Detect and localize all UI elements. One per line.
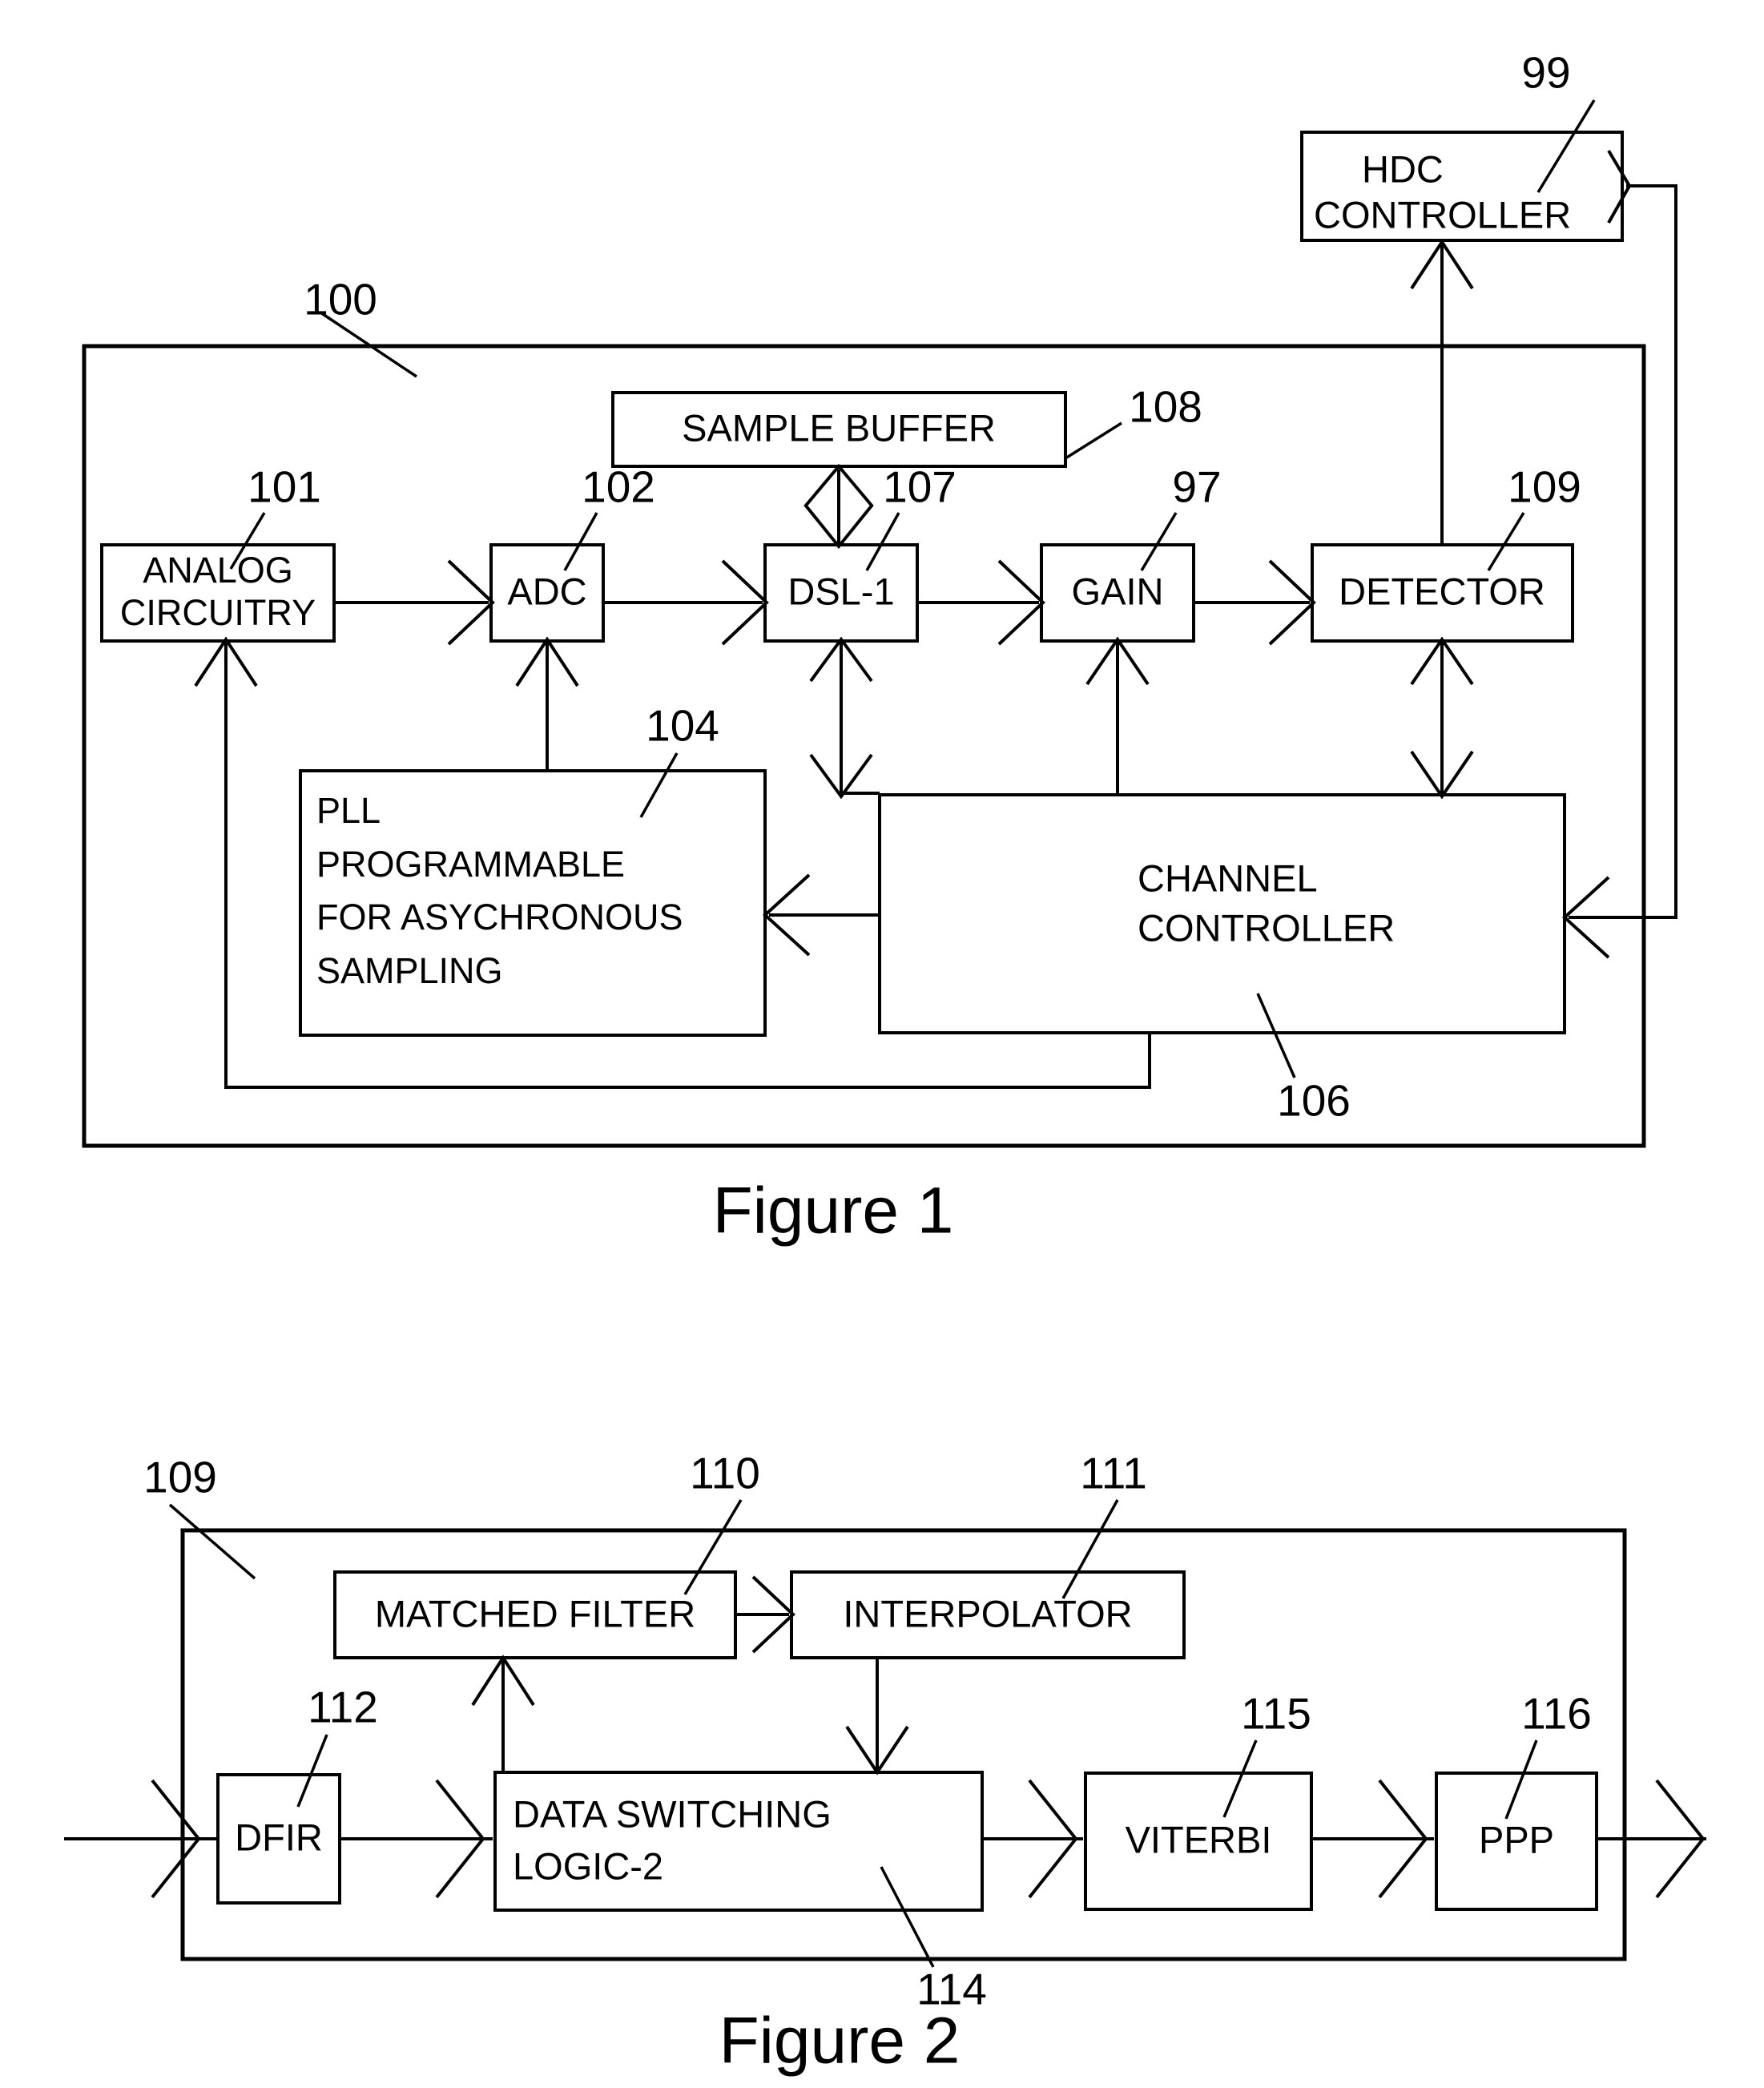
block-detector-label: DETECTOR: [1339, 570, 1545, 612]
block-data-switching-logic-2-label-line2: LOGIC-2: [513, 1844, 663, 1887]
block-pll-label-line4: SAMPLING: [316, 950, 503, 991]
ref-number-111: 111: [1080, 1449, 1147, 1498]
ref-number-100: 100: [304, 275, 377, 324]
block-matched-filter-label: MATCHED FILTER: [375, 1592, 695, 1635]
ref-number-102: 102: [582, 462, 655, 512]
ref-number-116: 116: [1521, 1689, 1592, 1739]
block-analog-circuitry-label-line1: ANALOG: [143, 550, 293, 591]
ref-number-108: 108: [1129, 382, 1202, 432]
figure-1-caption: Figure 1: [713, 1175, 954, 1248]
ref-number-106: 106: [1277, 1076, 1351, 1126]
patent-drawing-sheet: HDC CONTROLLER 99 100 SAMPLE BUFFER 108 …: [0, 0, 1764, 2088]
ref-number-112: 112: [308, 1683, 378, 1732]
ref-number-109-fig1: 109: [1508, 462, 1581, 512]
block-hdc-controller-label-line2: CONTROLLER: [1314, 193, 1571, 236]
block-analog-circuitry-label-line2: CIRCUITRY: [120, 592, 316, 633]
block-ppp-label: PPP: [1479, 1818, 1554, 1860]
figure-2-caption: Figure 2: [719, 2005, 961, 2078]
ref-number-110: 110: [690, 1449, 760, 1498]
block-dfir-label: DFIR: [235, 1816, 323, 1858]
ref-number-107: 107: [883, 462, 957, 512]
wire-hdc-to-channel-controller: [1569, 184, 1677, 919]
block-pll-label-line1: PLL: [316, 790, 381, 831]
diagram-canvas: HDC CONTROLLER 99 100 SAMPLE BUFFER 108 …: [64, 48, 1706, 2078]
ref-number-104: 104: [646, 701, 719, 751]
ref-number-109-fig2: 109: [143, 1453, 217, 1502]
block-sample-buffer-label: SAMPLE BUFFER: [682, 406, 996, 449]
block-gain-label: GAIN: [1072, 570, 1164, 612]
block-data-switching-logic-2-label-line1: DATA SWITCHING: [513, 1792, 832, 1835]
block-interpolator-label: INTERPOLATOR: [843, 1592, 1132, 1635]
ref-number-115: 115: [1241, 1689, 1311, 1739]
ref-number-99: 99: [1521, 48, 1570, 98]
leader-108: [1065, 421, 1122, 460]
figure-2-group: 109 MATCHED FILTER 110 INTERPOLATOR 111 …: [64, 1449, 1706, 2078]
block-hdc-controller-label-line1: HDC: [1362, 147, 1444, 190]
figure-1-group: HDC CONTROLLER 99 100 SAMPLE BUFFER 108 …: [82, 48, 1677, 1248]
block-channel-controller-label-line1: CHANNEL: [1138, 857, 1318, 899]
block-pll-label-line3: FOR ASYCHRONOUS: [316, 897, 683, 937]
block-viterbi-label: VITERBI: [1126, 1818, 1272, 1860]
block-adc-label: ADC: [507, 570, 586, 612]
block-channel-controller-label-line2: CONTROLLER: [1138, 906, 1395, 949]
block-pll-label-line2: PROGRAMMABLE: [316, 844, 625, 885]
ref-number-101: 101: [248, 462, 321, 512]
ref-number-97: 97: [1172, 462, 1221, 512]
block-dsl-1-label: DSL-1: [787, 570, 894, 612]
